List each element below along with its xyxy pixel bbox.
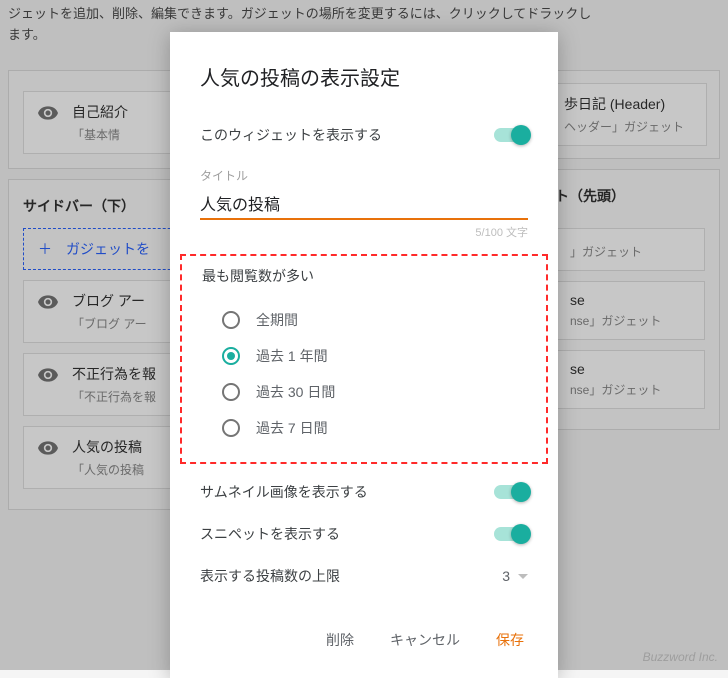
period-highlight-box: 最も閲覧数が多い 全期間 過去 1 年間 過去 30 日間 過去 7 日間 [180, 254, 548, 464]
radio-past-year[interactable]: 過去 1 年間 [202, 338, 526, 374]
radio-label: 過去 1 年間 [256, 346, 328, 366]
radio-label: 過去 30 日間 [256, 382, 335, 402]
thumbnail-label: サムネイル画像を表示する [200, 482, 368, 502]
radio-past-7-days[interactable]: 過去 7 日間 [202, 410, 526, 446]
chevron-down-icon [518, 574, 528, 579]
title-input[interactable] [200, 190, 528, 220]
radio-icon [222, 419, 240, 437]
watermark: Buzzword Inc. [643, 650, 718, 664]
char-count: 5/100 文字 [200, 224, 528, 240]
show-widget-label: このウィジェットを表示する [200, 125, 382, 145]
cancel-button[interactable]: キャンセル [386, 624, 464, 656]
snippet-label: スニペットを表示する [200, 524, 340, 544]
modal-title: 人気の投稿の表示設定 [200, 62, 528, 91]
post-limit-label: 表示する投稿数の上限 [200, 566, 340, 586]
thumbnail-toggle[interactable] [494, 485, 528, 499]
radio-label: 過去 7 日間 [256, 418, 328, 438]
post-limit-value: 3 [502, 568, 510, 584]
period-group-label: 最も閲覧数が多い [202, 266, 526, 286]
radio-icon [222, 383, 240, 401]
radio-all-time[interactable]: 全期間 [202, 302, 526, 338]
delete-button[interactable]: 削除 [322, 624, 358, 656]
post-limit-select[interactable]: 3 [502, 568, 528, 584]
show-widget-toggle[interactable] [494, 128, 528, 142]
settings-modal: 人気の投稿の表示設定 このウィジェットを表示する タイトル 5/100 文字 最… [170, 32, 558, 678]
snippet-toggle[interactable] [494, 527, 528, 541]
title-field-label: タイトル [200, 167, 528, 184]
radio-icon [222, 347, 240, 365]
save-button[interactable]: 保存 [492, 624, 528, 656]
radio-past-30-days[interactable]: 過去 30 日間 [202, 374, 526, 410]
radio-label: 全期間 [256, 310, 298, 330]
radio-icon [222, 311, 240, 329]
